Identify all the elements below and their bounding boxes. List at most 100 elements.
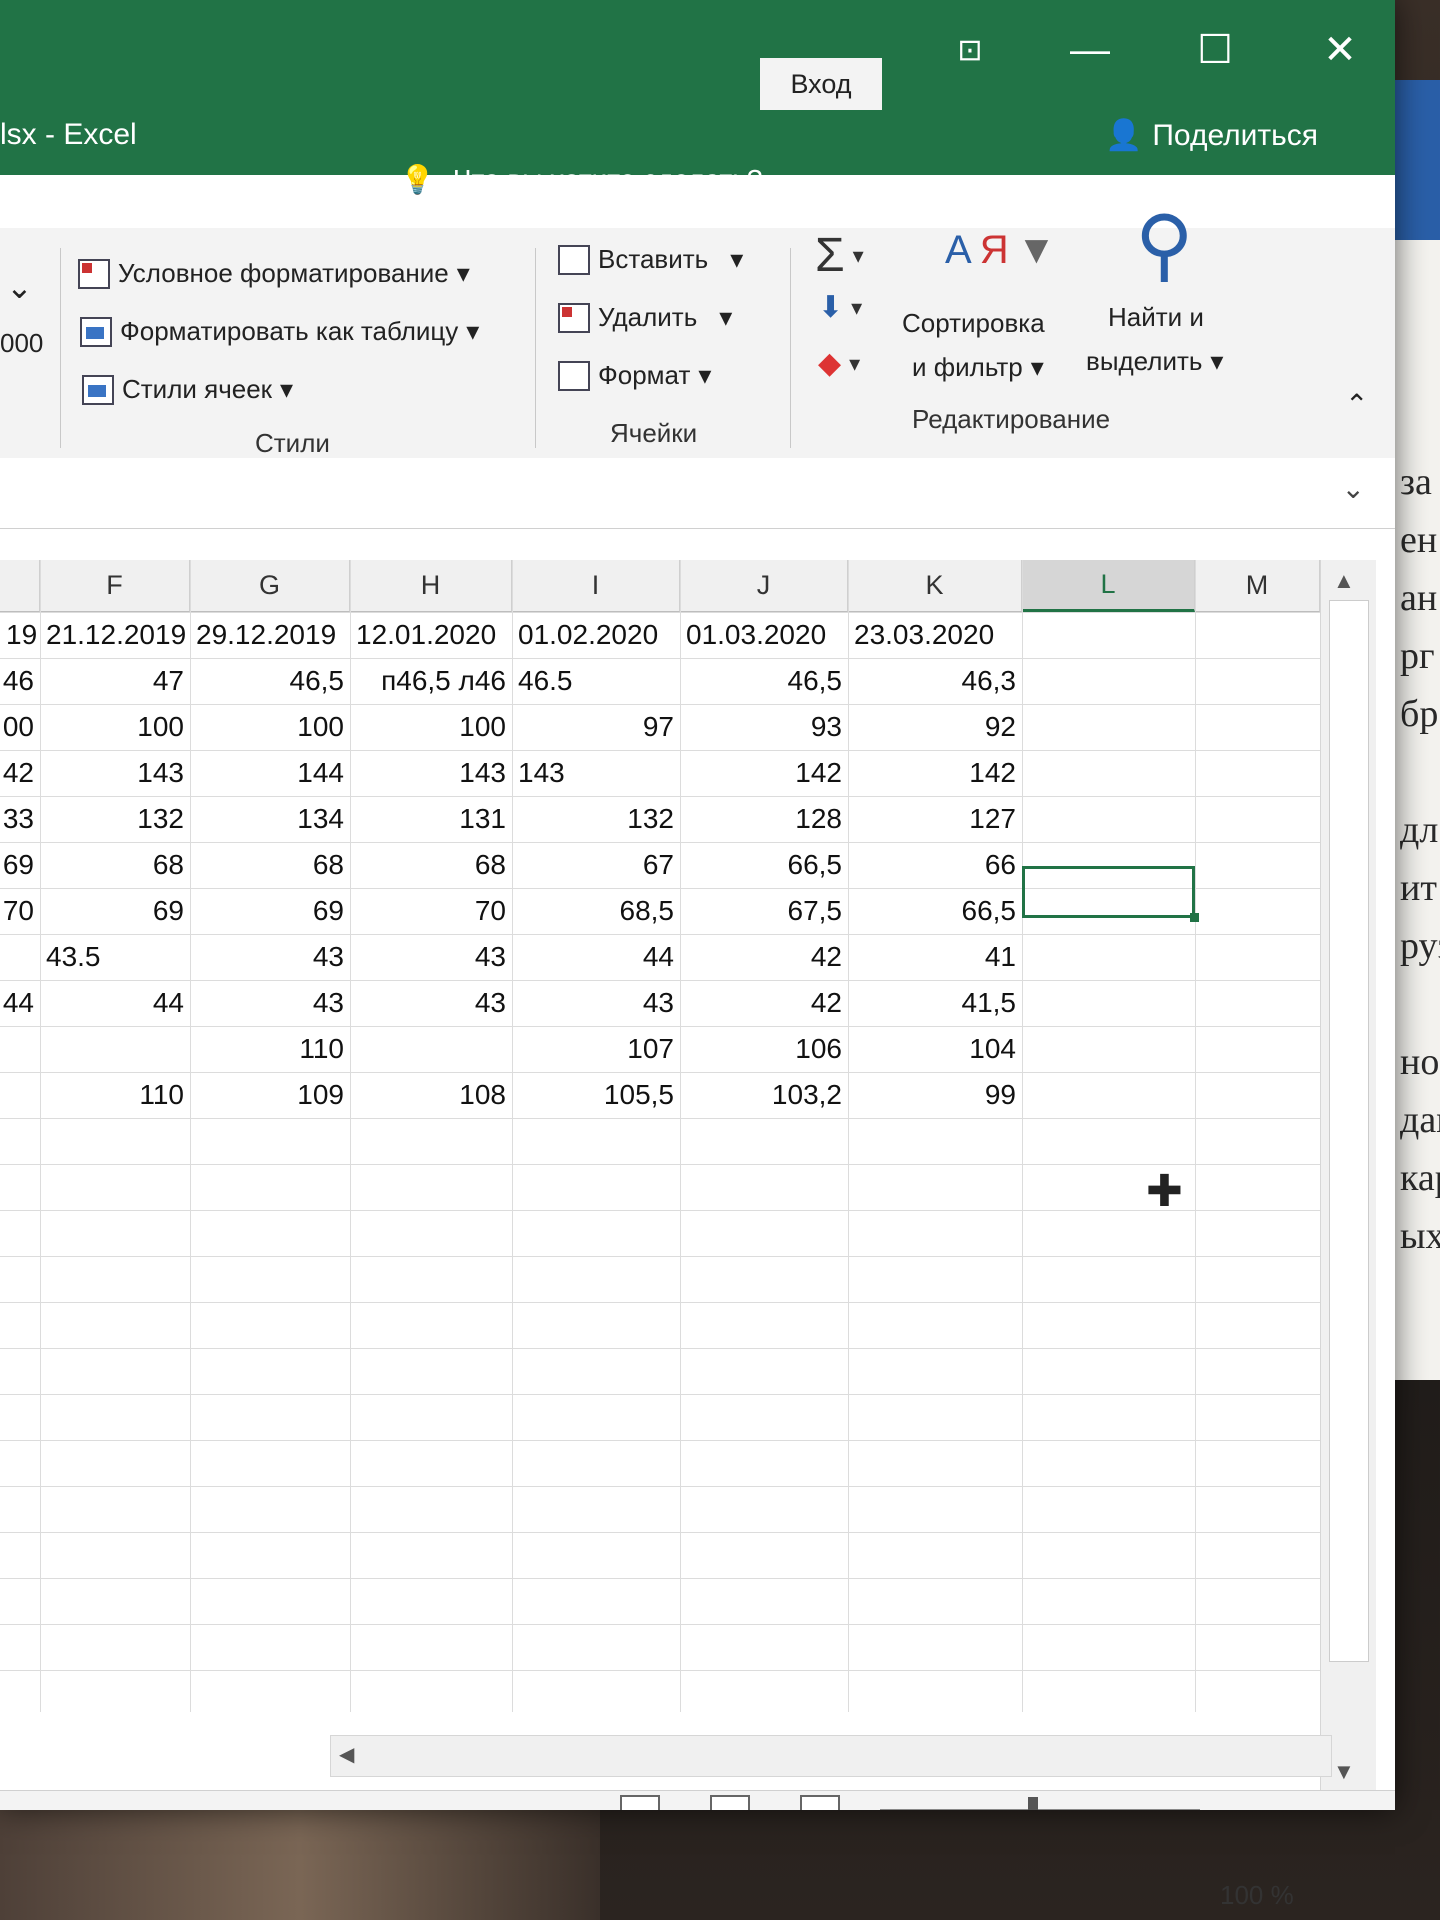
- cell[interactable]: 142: [848, 750, 1022, 796]
- conditional-formatting-button[interactable]: Условное форматирование ▾: [78, 258, 470, 289]
- cell[interactable]: 70: [350, 888, 512, 934]
- column-header-H[interactable]: H: [350, 560, 512, 612]
- cell[interactable]: 43: [190, 980, 350, 1026]
- active-cell-L6[interactable]: [1022, 866, 1199, 922]
- find-select-label-1[interactable]: Найти и: [1108, 302, 1204, 333]
- cell[interactable]: 46: [0, 658, 40, 704]
- cell[interactable]: 132: [40, 796, 190, 842]
- minimize-button[interactable]: —: [1050, 20, 1130, 80]
- cell[interactable]: 68: [40, 842, 190, 888]
- cell[interactable]: 99: [848, 1072, 1022, 1118]
- cell[interactable]: 143: [40, 750, 190, 796]
- zoom-level[interactable]: 100 %: [1220, 1880, 1294, 1911]
- cell[interactable]: 29.12.2019: [190, 612, 350, 658]
- cell[interactable]: 68,5: [512, 888, 680, 934]
- cell[interactable]: 68: [190, 842, 350, 888]
- cell[interactable]: 01.03.2020: [680, 612, 848, 658]
- format-cells-button[interactable]: Формат ▾: [558, 360, 711, 391]
- cell[interactable]: 46,3: [848, 658, 1022, 704]
- cell[interactable]: 19: [0, 612, 40, 658]
- cell[interactable]: 44: [0, 980, 40, 1026]
- cell[interactable]: п46,5 л46: [350, 658, 512, 704]
- cell[interactable]: 43.5: [40, 934, 190, 980]
- column-header-F[interactable]: F: [40, 560, 190, 612]
- cell[interactable]: 46.5: [512, 658, 680, 704]
- share-button[interactable]: 👤 Поделиться: [1105, 118, 1318, 153]
- cell[interactable]: 66: [848, 842, 1022, 888]
- zoom-slider[interactable]: [880, 1809, 1200, 1810]
- cell[interactable]: 128: [680, 796, 848, 842]
- cell[interactable]: 00: [0, 704, 40, 750]
- scroll-up-icon[interactable]: ▲: [1333, 568, 1355, 594]
- fill-button[interactable]: ⬇ ▾: [818, 290, 862, 325]
- cell[interactable]: 105,5: [512, 1072, 680, 1118]
- cell[interactable]: 110: [190, 1026, 350, 1072]
- column-header-L[interactable]: L: [1022, 560, 1195, 612]
- cell[interactable]: 46,5: [190, 658, 350, 704]
- cell[interactable]: 134: [190, 796, 350, 842]
- cell[interactable]: 144: [190, 750, 350, 796]
- vertical-scroll-thumb[interactable]: [1329, 600, 1369, 1662]
- zoom-slider-thumb[interactable]: [1028, 1797, 1038, 1810]
- cell[interactable]: 01.02.2020: [512, 612, 680, 658]
- column-header-G[interactable]: G: [190, 560, 350, 612]
- cell[interactable]: 106: [680, 1026, 848, 1072]
- horizontal-scrollbar[interactable]: ◀: [330, 1735, 1332, 1777]
- cell[interactable]: 42: [680, 980, 848, 1026]
- column-header-partial[interactable]: [0, 560, 40, 612]
- cell[interactable]: 42: [0, 750, 40, 796]
- cell[interactable]: 33: [0, 796, 40, 842]
- cell[interactable]: 108: [350, 1072, 512, 1118]
- collapse-ribbon-icon[interactable]: ⌃: [1345, 388, 1368, 421]
- page-layout-view-icon[interactable]: [710, 1795, 750, 1810]
- column-header-J[interactable]: J: [680, 560, 848, 612]
- tell-me-search[interactable]: 💡 Что вы хотите сделать?: [400, 163, 762, 196]
- sort-filter-label-1[interactable]: Сортировка: [902, 308, 1045, 339]
- cell-styles-button[interactable]: Стили ячеек ▾: [82, 374, 293, 405]
- cell[interactable]: 43: [350, 934, 512, 980]
- cell[interactable]: 68: [350, 842, 512, 888]
- tab-help[interactable]: Справка: [228, 185, 338, 217]
- cell[interactable]: 100: [40, 704, 190, 750]
- cell[interactable]: 107: [512, 1026, 680, 1072]
- cell[interactable]: 42: [680, 934, 848, 980]
- column-header-M[interactable]: M: [1195, 560, 1320, 612]
- cell[interactable]: 43: [512, 980, 680, 1026]
- tab-view[interactable]: Вид: [120, 185, 171, 217]
- cell[interactable]: 12.01.2020: [350, 612, 512, 658]
- close-button[interactable]: ✕: [1300, 20, 1380, 80]
- delete-cells-button[interactable]: Удалить ▾: [558, 302, 732, 333]
- cell[interactable]: 47: [40, 658, 190, 704]
- maximize-button[interactable]: ☐: [1175, 20, 1255, 80]
- cell[interactable]: 103,2: [680, 1072, 848, 1118]
- insert-cells-button[interactable]: Вставить ▾: [558, 244, 743, 275]
- column-header-I[interactable]: I: [512, 560, 680, 612]
- cell[interactable]: 43: [190, 934, 350, 980]
- ribbon-display-icon[interactable]: ⊡: [930, 20, 1010, 80]
- column-header-K[interactable]: K: [848, 560, 1022, 612]
- cell[interactable]: 142: [680, 750, 848, 796]
- cell[interactable]: 41,5: [848, 980, 1022, 1026]
- cell[interactable]: 131: [350, 796, 512, 842]
- formula-bar[interactable]: ⌄: [0, 458, 1395, 529]
- cell[interactable]: 143: [350, 750, 512, 796]
- cell[interactable]: 110: [40, 1072, 190, 1118]
- cell[interactable]: 67: [512, 842, 680, 888]
- cell[interactable]: 93: [680, 704, 848, 750]
- clear-button[interactable]: ◆ ▾: [818, 346, 860, 381]
- cell[interactable]: 41: [848, 934, 1022, 980]
- cell[interactable]: 100: [190, 704, 350, 750]
- cell[interactable]: 69: [190, 888, 350, 934]
- cell[interactable]: 23.03.2020: [848, 612, 1022, 658]
- sign-in-button[interactable]: Вход: [760, 58, 882, 110]
- cell[interactable]: 44: [40, 980, 190, 1026]
- cell[interactable]: 104: [848, 1026, 1022, 1072]
- scroll-left-icon[interactable]: ◀: [339, 1742, 354, 1767]
- cell[interactable]: 100: [350, 704, 512, 750]
- format-as-table-button[interactable]: Форматировать как таблицу ▾: [80, 316, 479, 347]
- cell[interactable]: 46,5: [680, 658, 848, 704]
- scroll-down-icon[interactable]: ▼: [1333, 1759, 1355, 1785]
- cell[interactable]: 44: [512, 934, 680, 980]
- cell[interactable]: 70: [0, 888, 40, 934]
- cell[interactable]: 143: [512, 750, 680, 796]
